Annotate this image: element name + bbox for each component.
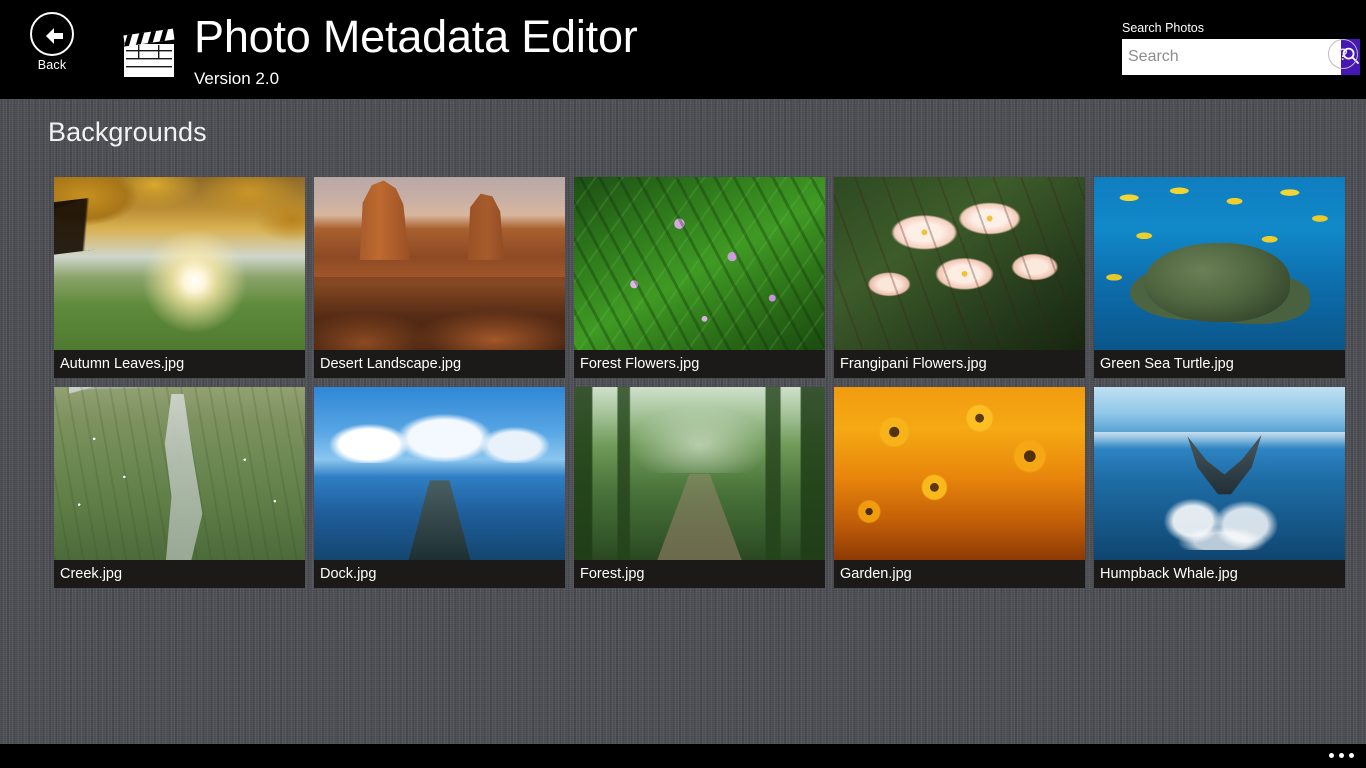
photo-grid: Autumn Leaves.jpg Desert Landscape.jpg For… [54,177,1345,588]
photo-thumbnail [574,177,825,350]
photo-image [834,387,1085,560]
search-input[interactable] [1122,39,1341,75]
photo-tile[interactable]: Garden.jpg [834,387,1085,588]
photo-caption: Forest.jpg [574,560,825,588]
title-block: Photo Metadata Editor Version 2.0 [194,8,638,90]
photo-tile[interactable]: Creek.jpg [54,387,305,588]
ellipsis-dot [1339,753,1344,758]
photo-thumbnail [54,177,305,350]
photo-thumbnail [834,177,1085,350]
app-header: Back Photo Metadata Editor Version 2.0 S… [0,0,1366,99]
photo-tile[interactable]: Forest.jpg [574,387,825,588]
ellipsis-icon[interactable] [1329,753,1354,758]
help-button[interactable]: ? [1328,39,1358,69]
photo-tile[interactable]: Green Sea Turtle.jpg [1094,177,1345,378]
photo-tile[interactable]: Forest Flowers.jpg [574,177,825,378]
photo-image [314,387,565,560]
photo-thumbnail [1094,177,1345,350]
photo-image-detail [1159,483,1290,550]
photo-caption: Autumn Leaves.jpg [54,350,305,378]
search-label: Search Photos [1122,21,1204,35]
photo-caption: Creek.jpg [54,560,305,588]
photo-image [834,177,1085,350]
photo-thumbnail [574,387,825,560]
photo-tile[interactable]: Dock.jpg [314,387,565,588]
photo-caption: Frangipani Flowers.jpg [834,350,1085,378]
ellipsis-dot [1329,753,1334,758]
photo-caption: Forest Flowers.jpg [574,350,825,378]
photo-tile[interactable]: Humpback Whale.jpg [1094,387,1345,588]
photo-image [1094,177,1345,350]
photo-thumbnail [314,387,565,560]
back-button-label: Back [37,58,67,72]
photo-image-detail [314,277,565,350]
photo-image [574,177,825,350]
photo-thumbnail [834,387,1085,560]
photo-caption: Humpback Whale.jpg [1094,560,1345,588]
photo-caption: Green Sea Turtle.jpg [1094,350,1345,378]
photo-image [54,177,305,350]
ellipsis-dot [1349,753,1354,758]
photo-caption: Garden.jpg [834,560,1085,588]
photo-tile[interactable]: Frangipani Flowers.jpg [834,177,1085,378]
content-area: Backgrounds Autumn Leaves.jpg Desert Land… [0,99,1366,744]
back-arrow-icon [30,12,74,56]
bottom-app-bar [0,744,1366,768]
photo-tile[interactable]: Desert Landscape.jpg [314,177,565,378]
page-title: Photo Metadata Editor [194,11,638,62]
back-button[interactable]: Back [26,12,78,78]
photo-caption: Desert Landscape.jpg [314,350,565,378]
photo-thumbnail [1094,387,1345,560]
photo-thumbnail [54,387,305,560]
search-area: Search Photos [1122,21,1360,75]
clapperboard-icon [120,26,180,80]
app-version-label: Version 2.0 [194,69,280,88]
section-title: Backgrounds [48,117,207,147]
photo-caption: Dock.jpg [314,560,565,588]
search-row [1122,39,1360,75]
app-window: Back Photo Metadata Editor Version 2.0 S… [0,0,1366,768]
photo-tile[interactable]: Autumn Leaves.jpg [54,177,305,378]
photo-thumbnail [314,177,565,350]
